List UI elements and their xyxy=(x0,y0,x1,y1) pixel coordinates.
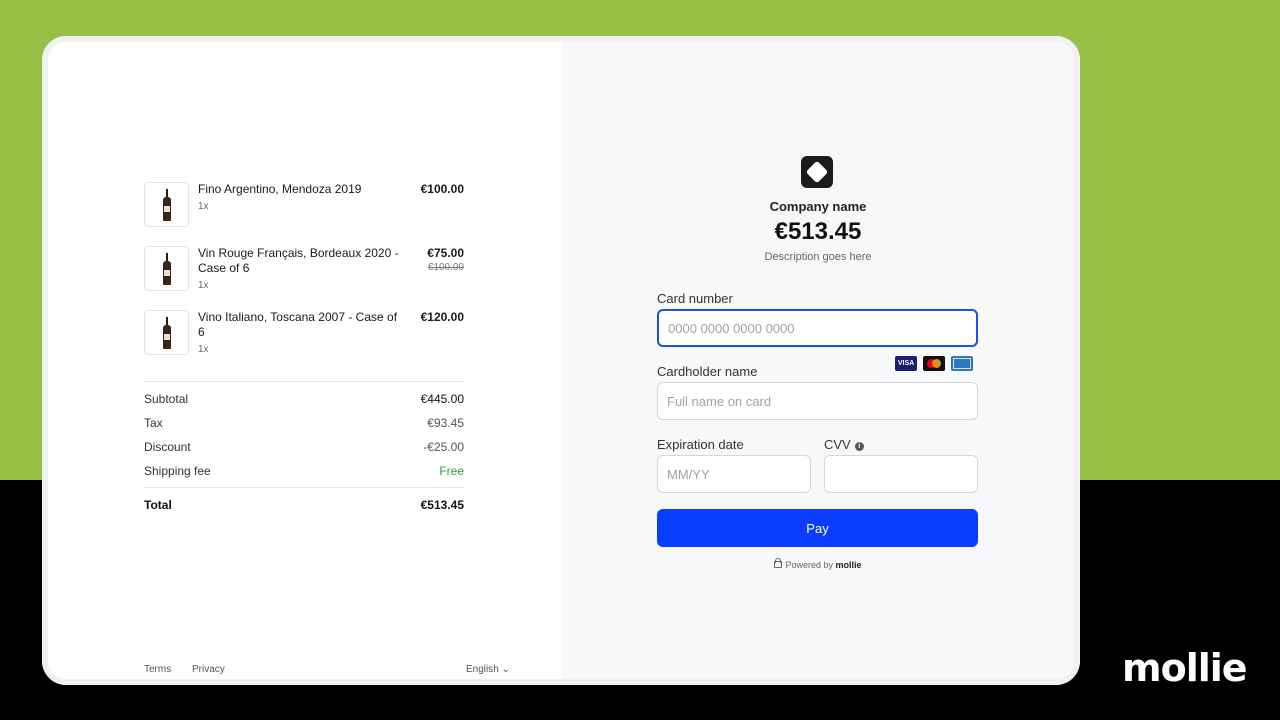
company-name: Company name xyxy=(769,199,867,214)
checkout-card: Fino Argentino, Mendoza 2019 1x €100.00 … xyxy=(42,36,1080,685)
payment-amount: €513.45 xyxy=(774,218,862,245)
card-number-input[interactable] xyxy=(657,309,978,347)
order-item: Vin Rouge Français, Bordeaux 2020 - Case… xyxy=(144,246,464,296)
terms-link[interactable]: Terms xyxy=(144,664,171,675)
subtotal-value: €445.00 xyxy=(420,392,464,406)
item-quantity: 1x xyxy=(198,201,209,212)
product-thumbnail xyxy=(144,182,189,227)
item-name: Fino Argentino, Mendoza 2019 xyxy=(198,182,362,196)
wine-bottle-icon xyxy=(163,253,171,285)
item-quantity: 1x xyxy=(198,280,209,291)
product-thumbnail xyxy=(144,310,189,355)
item-original-price: €100.00 xyxy=(427,262,464,273)
info-icon[interactable]: i xyxy=(854,442,864,451)
shipping-row: Shipping fee Free xyxy=(144,464,464,480)
order-item: Fino Argentino, Mendoza 2019 1x €100.00 xyxy=(144,182,464,232)
shipping-label: Shipping fee xyxy=(144,464,211,478)
order-summary-panel: Fino Argentino, Mendoza 2019 1x €100.00 … xyxy=(48,42,562,679)
tax-label: Tax xyxy=(144,416,163,430)
payment-description: Description goes here xyxy=(764,251,872,263)
wine-bottle-icon xyxy=(163,317,171,349)
total-divider xyxy=(144,487,464,488)
item-price: €75.00 xyxy=(427,246,464,260)
discount-value: -€25.00 xyxy=(423,440,464,454)
item-name: Vino Italiano, Toscana 2007 - Case of 6 xyxy=(198,310,398,339)
cvv-input[interactable] xyxy=(824,455,978,493)
mastercard-icon xyxy=(923,356,945,371)
cardholder-label: Cardholder name xyxy=(657,364,758,379)
lock-icon xyxy=(774,558,783,568)
shipping-value: Free xyxy=(439,464,464,478)
mollie-logo: mollie xyxy=(1122,646,1248,690)
summary-divider xyxy=(144,381,464,382)
pay-button[interactable]: Pay xyxy=(657,509,978,547)
card-number-label: Card number xyxy=(657,291,733,306)
cvv-label: CVV i xyxy=(824,437,864,452)
powered-by-brand: mollie xyxy=(835,560,862,570)
item-name: Vin Rouge Français, Bordeaux 2020 - Case… xyxy=(198,246,399,275)
amex-icon xyxy=(951,356,973,371)
tax-value: €93.45 xyxy=(427,416,464,430)
item-quantity: 1x xyxy=(198,344,209,355)
subtotal-row: Subtotal €445.00 xyxy=(144,392,464,408)
discount-label: Discount xyxy=(144,440,191,454)
item-price: €100.00 xyxy=(420,182,464,196)
total-value: €513.45 xyxy=(420,498,464,512)
subtotal-label: Subtotal xyxy=(144,392,189,406)
cardholder-input[interactable] xyxy=(657,382,978,420)
tax-row: Tax €93.45 xyxy=(144,416,464,432)
privacy-link[interactable]: Privacy xyxy=(192,664,225,675)
powered-by: Powered by mollie xyxy=(562,558,1074,570)
order-item: Vino Italiano, Toscana 2007 - Case of 6 … xyxy=(144,310,464,360)
expiry-label: Expiration date xyxy=(657,437,744,452)
company-logo-icon xyxy=(801,156,833,188)
payment-panel: Company name €513.45 Description goes he… xyxy=(562,42,1074,679)
total-label: Total xyxy=(144,498,172,512)
total-row: Total €513.45 xyxy=(144,498,464,514)
cvv-label-text: CVV xyxy=(824,437,851,452)
item-price: €120.00 xyxy=(420,310,464,324)
expiry-input[interactable] xyxy=(657,455,811,493)
product-thumbnail xyxy=(144,246,189,291)
powered-by-text: Powered by xyxy=(785,560,833,570)
discount-row: Discount -€25.00 xyxy=(144,440,464,456)
wine-bottle-icon xyxy=(163,189,171,221)
visa-icon: VISA xyxy=(895,356,917,371)
language-selector[interactable]: English ⌄ xyxy=(466,664,510,675)
